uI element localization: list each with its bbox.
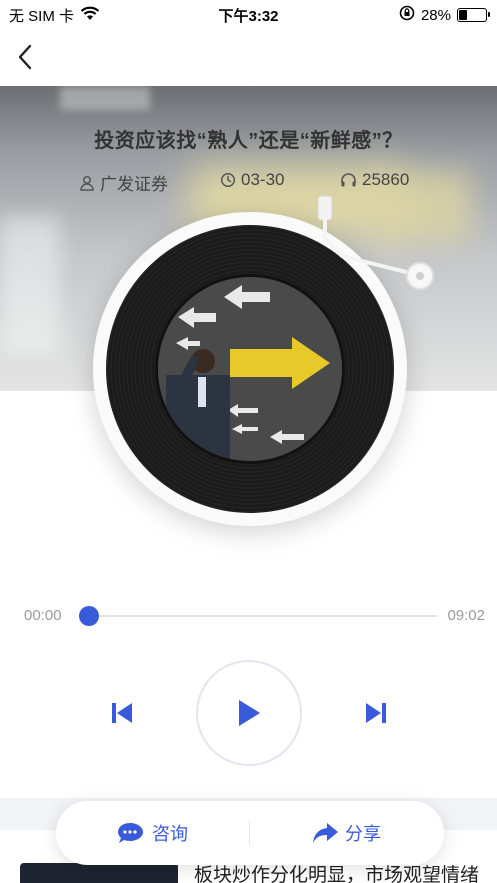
hero-blur-shape (0, 216, 60, 356)
progress-row: 00:00 09:02 (0, 604, 497, 628)
tonearm (317, 195, 434, 290)
listen-count: 25860 (362, 170, 410, 189)
clock-icon (220, 172, 236, 188)
article-title: 投资应该找“熟人”还是“新鲜感”？ (94, 130, 403, 152)
play-icon (239, 700, 260, 726)
progress-thumb[interactable] (79, 606, 99, 626)
consult-label: 咨询 (152, 824, 188, 844)
battery-icon (457, 8, 490, 22)
battery-percent: 28% (420, 6, 451, 24)
action-divider (249, 821, 250, 845)
hero-blur-shape (60, 86, 150, 110)
author-name: 广发证券 (100, 175, 168, 194)
skip-previous-icon (112, 703, 132, 723)
related-article-thumbnail (20, 863, 178, 883)
status-bar: 无 SIM 卡 下午3:32 28% (0, 0, 497, 28)
previous-track-button[interactable] (106, 696, 138, 730)
battery-level (459, 10, 467, 20)
share-arrow-icon (313, 823, 338, 843)
status-right: 28% (399, 5, 490, 25)
headphones-icon (341, 173, 356, 187)
listens-meta: 25860 (340, 170, 409, 190)
skip-next-icon (366, 703, 386, 723)
nav-bar (0, 28, 497, 86)
orientation-lock-icon (399, 5, 415, 25)
share-label: 分享 (345, 824, 381, 844)
current-time: 00:00 (24, 607, 62, 624)
chevron-left-icon (18, 44, 32, 70)
share-button[interactable]: 分享 (311, 801, 381, 865)
back-button[interactable] (10, 40, 40, 74)
cover-artwork (158, 277, 342, 461)
author-meta: 广发证券 (79, 170, 168, 195)
date-meta: 03-30 (220, 170, 284, 190)
consult-button[interactable]: 咨询 (116, 801, 188, 865)
album-cover (155, 274, 345, 464)
action-bar: 咨询 分享 (56, 801, 444, 865)
progress-bar[interactable] (82, 615, 437, 617)
user-icon (80, 175, 94, 191)
chat-bubble-icon (118, 823, 143, 843)
play-button[interactable] (196, 660, 302, 766)
total-time: 09:02 (447, 607, 485, 624)
next-track-button[interactable] (360, 696, 392, 730)
publish-date: 03-30 (241, 170, 285, 189)
